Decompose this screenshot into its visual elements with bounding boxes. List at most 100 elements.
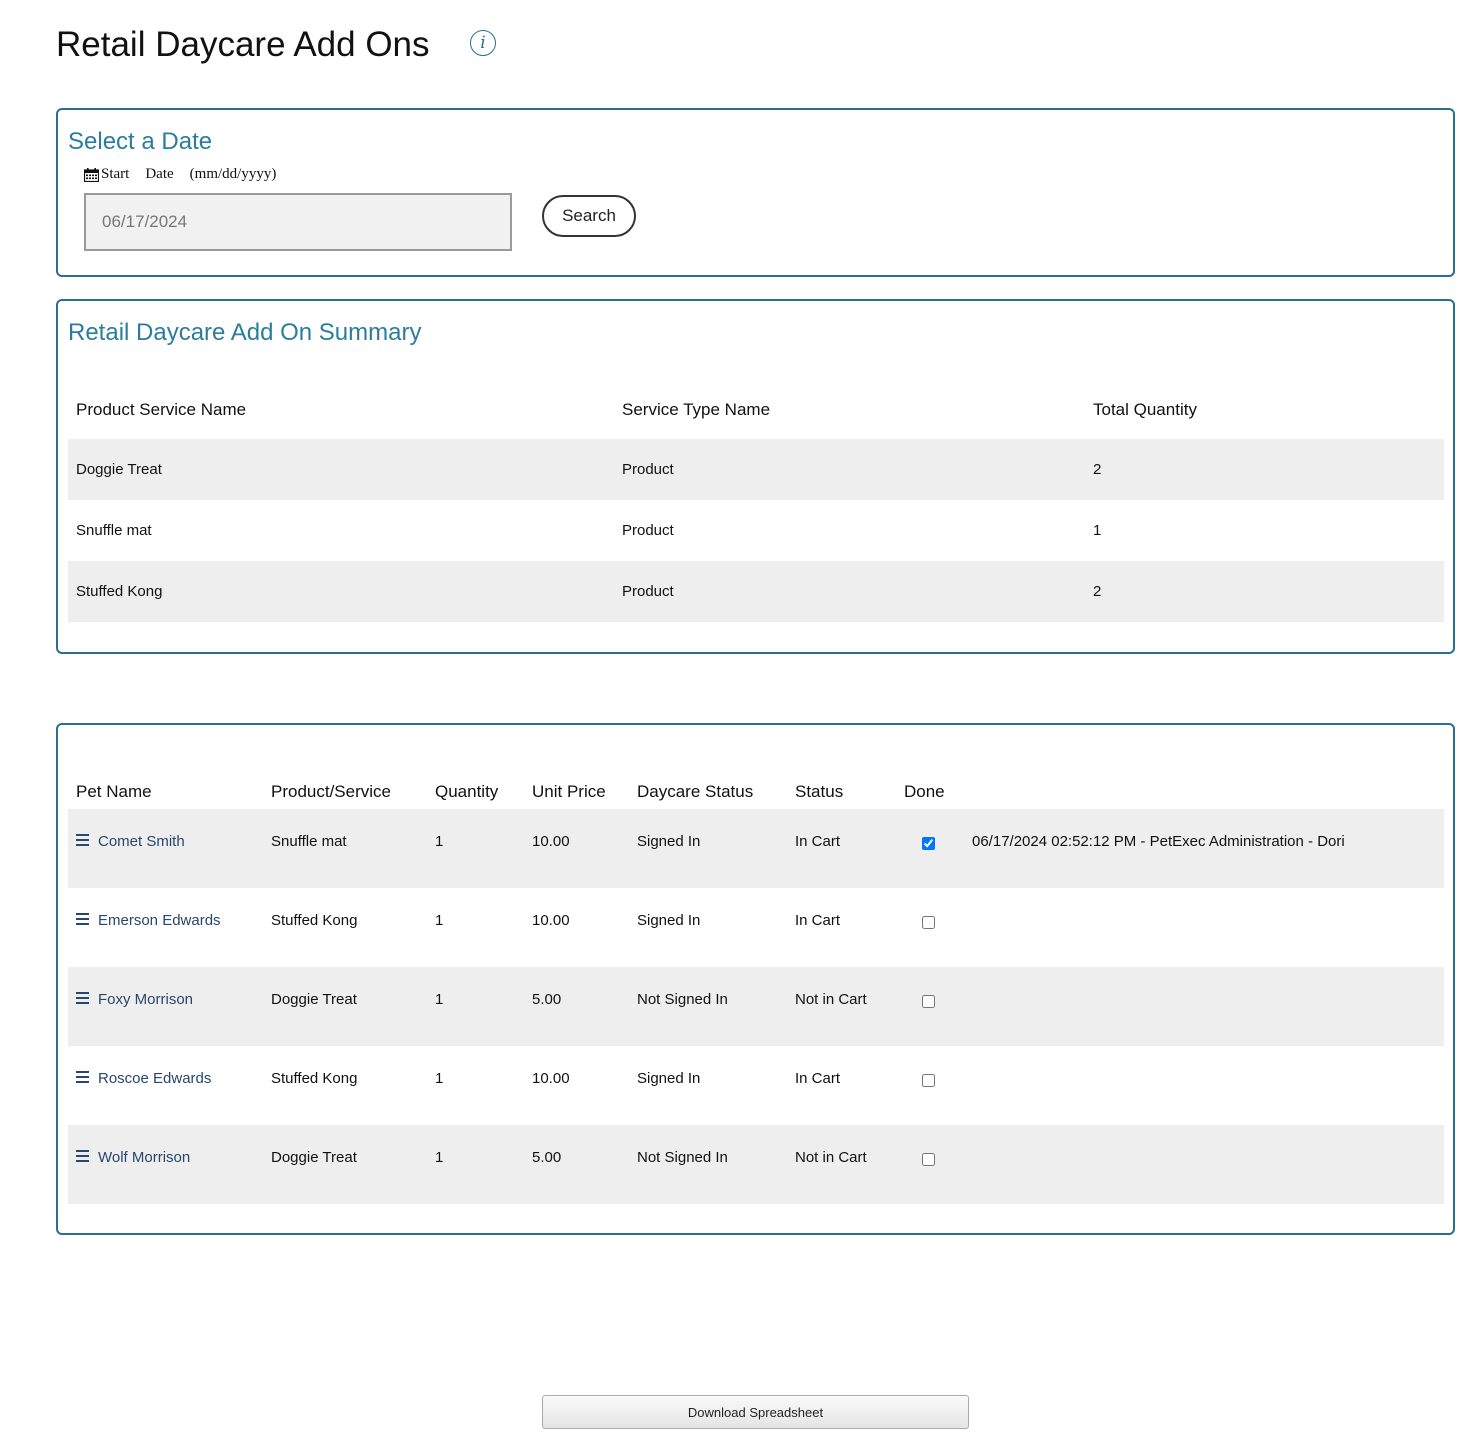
unit-price-cell: 5.00 bbox=[524, 967, 629, 1046]
done-cell bbox=[896, 967, 964, 1046]
pet-link[interactable]: Comet Smith bbox=[76, 833, 185, 850]
summary-table: Product Service Name Service Type Name T… bbox=[68, 381, 1444, 622]
quantity-cell: 1 bbox=[427, 809, 524, 888]
col-note bbox=[964, 775, 1444, 809]
col-unit-price: Unit Price bbox=[532, 782, 606, 801]
search-button[interactable]: Search bbox=[542, 195, 636, 237]
unit-price-cell: 10.00 bbox=[532, 912, 570, 929]
unit-price-cell: 10.00 bbox=[532, 1070, 570, 1087]
menu-icon[interactable] bbox=[76, 991, 89, 1004]
total-quantity-cell: 2 bbox=[1085, 561, 1444, 622]
pet-link[interactable]: Roscoe Edwards bbox=[76, 1070, 211, 1087]
product-cell: Stuffed Kong bbox=[271, 912, 358, 929]
info-icon[interactable]: i bbox=[470, 30, 496, 56]
total-quantity-cell: 1 bbox=[1093, 522, 1102, 539]
done-note-cell bbox=[964, 1125, 1444, 1204]
menu-icon[interactable] bbox=[76, 1070, 89, 1083]
download-spreadsheet-button[interactable]: Download Spreadsheet bbox=[542, 1395, 969, 1429]
daycare-status-cell: Signed In bbox=[637, 912, 701, 929]
status-cell: In Cart bbox=[795, 912, 841, 929]
done-checkbox[interactable] bbox=[922, 837, 935, 850]
product-name-cell: Snuffle mat bbox=[76, 522, 152, 539]
pet-name-cell: Foxy Morrison bbox=[68, 967, 263, 1046]
start-date-input[interactable] bbox=[84, 193, 512, 251]
summary-header-row: Product Service Name Service Type Name T… bbox=[68, 381, 1444, 439]
done-checkbox[interactable] bbox=[922, 995, 935, 1008]
done-cell bbox=[896, 888, 964, 967]
col-service-type-name: Service Type Name bbox=[622, 400, 771, 419]
daycare-status-cell: Signed In bbox=[629, 809, 787, 888]
done-checkbox[interactable] bbox=[922, 916, 935, 929]
date-label-text: Date bbox=[145, 166, 174, 182]
menu-icon[interactable] bbox=[76, 912, 89, 925]
menu-icon[interactable] bbox=[76, 833, 89, 846]
col-done: Done bbox=[904, 782, 945, 801]
pet-name[interactable]: Emerson Edwards bbox=[98, 912, 221, 929]
quantity-cell: 1 bbox=[435, 912, 444, 929]
product-cell: Doggie Treat bbox=[263, 967, 427, 1046]
unit-price-cell: 5.00 bbox=[524, 1125, 629, 1204]
daycare-status-cell: Not Signed In bbox=[629, 1125, 787, 1204]
start-date-label: Start Date (mm/dd/yyyy) bbox=[83, 166, 277, 183]
table-row: Wolf Morrison Doggie Treat 1 5.00 Not Si… bbox=[68, 1125, 1444, 1204]
done-checkbox[interactable] bbox=[922, 1153, 935, 1166]
pet-name[interactable]: Roscoe Edwards bbox=[98, 1070, 211, 1087]
status-cell: Not in Cart bbox=[787, 1125, 896, 1204]
col-daycare-status: Daycare Status bbox=[637, 782, 754, 801]
quantity-cell: 1 bbox=[435, 1070, 444, 1087]
total-quantity-cell: 2 bbox=[1085, 439, 1444, 500]
table-row: Snuffle mat Product 1 bbox=[68, 500, 1444, 561]
quantity-cell: 1 bbox=[427, 967, 524, 1046]
done-note-cell bbox=[964, 1046, 1444, 1125]
pet-link[interactable]: Wolf Morrison bbox=[76, 1149, 190, 1166]
table-row: Foxy Morrison Doggie Treat 1 5.00 Not Si… bbox=[68, 967, 1444, 1046]
date-format-hint: (mm/dd/yyyy) bbox=[189, 166, 277, 182]
col-product-service: Product/Service bbox=[271, 782, 391, 801]
done-cell bbox=[896, 809, 964, 888]
quantity-cell: 1 bbox=[427, 1125, 524, 1204]
detail-table: Pet Name Product/Service Quantity Unit P… bbox=[68, 775, 1444, 1204]
summary-panel: Retail Daycare Add On Summary Product Se… bbox=[56, 299, 1455, 654]
calendar-icon bbox=[83, 167, 100, 182]
product-cell: Snuffle mat bbox=[263, 809, 427, 888]
page-title: Retail Daycare Add Ons bbox=[56, 25, 430, 64]
pet-link[interactable]: Foxy Morrison bbox=[76, 991, 193, 1008]
done-checkbox[interactable] bbox=[922, 1074, 935, 1087]
done-cell bbox=[896, 1125, 964, 1204]
done-cell bbox=[896, 1046, 964, 1125]
table-row: Emerson Edwards Stuffed Kong 1 10.00 Sig… bbox=[68, 888, 1444, 967]
status-cell: Not in Cart bbox=[787, 967, 896, 1046]
product-name-cell: Stuffed Kong bbox=[68, 561, 614, 622]
menu-icon[interactable] bbox=[76, 1149, 89, 1162]
table-row: Stuffed Kong Product 2 bbox=[68, 561, 1444, 622]
table-row: Doggie Treat Product 2 bbox=[68, 439, 1444, 500]
pet-name[interactable]: Foxy Morrison bbox=[98, 991, 193, 1008]
service-type-cell: Product bbox=[614, 561, 1085, 622]
date-panel: Select a Date Start Date (mm/dd/yyyy) Se… bbox=[56, 108, 1455, 277]
pet-name-cell: Emerson Edwards bbox=[68, 888, 263, 967]
pet-name-cell: Wolf Morrison bbox=[68, 1125, 263, 1204]
pet-name-cell: Roscoe Edwards bbox=[68, 1046, 263, 1125]
summary-panel-heading: Retail Daycare Add On Summary bbox=[68, 319, 422, 346]
service-type-cell: Product bbox=[614, 439, 1085, 500]
start-label-text: Start bbox=[101, 166, 130, 182]
table-row: Roscoe Edwards Stuffed Kong 1 10.00 Sign… bbox=[68, 1046, 1444, 1125]
product-name-cell: Doggie Treat bbox=[68, 439, 614, 500]
daycare-status-cell: Not Signed In bbox=[629, 967, 787, 1046]
product-cell: Stuffed Kong bbox=[271, 1070, 358, 1087]
col-status: Status bbox=[795, 782, 844, 801]
done-note-cell: 06/17/2024 02:52:12 PM - PetExec Adminis… bbox=[964, 809, 1444, 888]
pet-name-cell: Comet Smith bbox=[68, 809, 263, 888]
date-panel-heading: Select a Date bbox=[68, 128, 213, 155]
pet-link[interactable]: Emerson Edwards bbox=[76, 912, 221, 929]
col-quantity: Quantity bbox=[435, 782, 499, 801]
col-pet-name: Pet Name bbox=[76, 782, 152, 801]
product-cell: Doggie Treat bbox=[263, 1125, 427, 1204]
pet-name[interactable]: Comet Smith bbox=[98, 833, 185, 850]
detail-header-row: Pet Name Product/Service Quantity Unit P… bbox=[68, 775, 1444, 809]
done-note-cell bbox=[964, 967, 1444, 1046]
status-cell: In Cart bbox=[787, 809, 896, 888]
col-total-quantity: Total Quantity bbox=[1093, 400, 1197, 419]
detail-panel: Pet Name Product/Service Quantity Unit P… bbox=[56, 723, 1455, 1235]
pet-name[interactable]: Wolf Morrison bbox=[98, 1149, 190, 1166]
